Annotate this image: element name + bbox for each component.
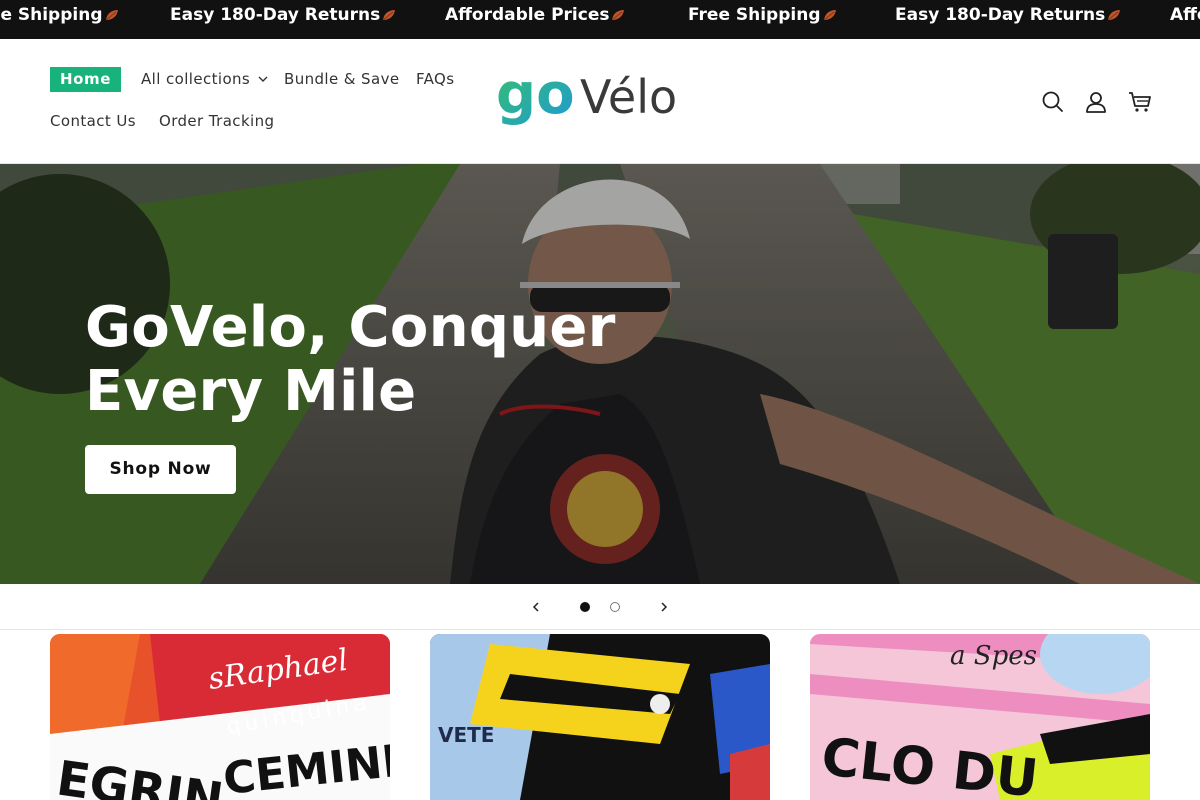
hero-banner: GoVelo, Conquer Every Mile Shop Now — [0, 164, 1200, 584]
nav-home-link[interactable]: Home — [50, 67, 122, 92]
announcement-item: Easy 180-Day Returns — [170, 0, 396, 39]
slide-dot-1[interactable] — [580, 602, 590, 612]
search-icon[interactable] — [1040, 89, 1066, 115]
account-icon[interactable] — [1083, 89, 1109, 115]
chevron-down-icon — [258, 76, 268, 82]
svg-text:VETE: VETE — [438, 723, 494, 747]
hero-title: GoVelo, Conquer Every Mile — [85, 296, 645, 424]
announcement-item: Easy 180-Day Returns — [895, 0, 1121, 39]
site-header: Home All collections Bundle & Save FAQs … — [0, 39, 1200, 164]
logo-velo-text: Vélo — [580, 70, 677, 124]
autumn-leaf-icon — [105, 10, 118, 21]
announcement-item: Affordable Prices — [1170, 5, 1200, 25]
collection-card-image[interactable]: sRaphael quinquina EGRIN CEMINI — [50, 634, 390, 800]
logo-go-text: go — [496, 67, 575, 127]
hero-title-line: Every Mile — [85, 359, 417, 424]
govelo-logo[interactable]: go Vélo — [496, 67, 706, 133]
announcement-item: Free Shipping — [688, 0, 837, 39]
autumn-leaf-icon — [612, 10, 625, 21]
jersey-image: CLO DU a Spes — [810, 634, 1150, 800]
svg-text:a Spes: a Spes — [950, 641, 1037, 671]
autumn-leaf-icon — [382, 10, 396, 21]
slide-dot-2[interactable] — [610, 602, 620, 612]
hero-title-line: GoVelo, Conquer — [85, 295, 616, 360]
jersey-image: sRaphael quinquina EGRIN CEMINI — [50, 634, 390, 800]
jersey-image: VETE — [430, 634, 770, 800]
collection-card-image[interactable]: CLO DU a Spes — [810, 634, 1150, 800]
nav-bundle-save[interactable]: Bundle & Save — [284, 70, 399, 88]
slider-controls — [0, 584, 1200, 630]
shop-now-button[interactable]: Shop Now — [85, 445, 236, 494]
announcement-item: Affordable Prices — [445, 0, 625, 39]
autumn-leaf-icon — [1107, 10, 1121, 21]
autumn-leaf-icon — [823, 10, 836, 21]
chevron-left-icon[interactable] — [529, 600, 543, 614]
collection-card-image[interactable]: VETE — [430, 634, 770, 800]
nav-all-collections[interactable]: All collections — [141, 70, 268, 88]
cart-icon[interactable] — [1127, 89, 1153, 115]
nav-all-collections-label: All collections — [141, 70, 251, 88]
nav-order-tracking[interactable]: Order Tracking — [159, 112, 274, 130]
announcement-bar: Free Shipping Easy 180-Day Returns Affor… — [0, 0, 1200, 39]
chevron-right-icon[interactable] — [657, 600, 671, 614]
nav-contact-us[interactable]: Contact Us — [50, 112, 136, 130]
nav-faqs[interactable]: FAQs — [416, 70, 454, 88]
announcement-item: Free Shipping — [0, 0, 119, 39]
